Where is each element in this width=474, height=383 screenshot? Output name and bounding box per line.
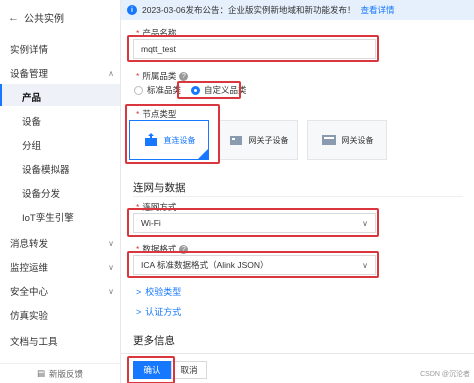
- notice-link[interactable]: 查看详情: [360, 4, 394, 16]
- network-data-section-title: 连网与数据: [133, 182, 186, 194]
- node-type-label: * 节点类型: [136, 109, 177, 119]
- node-type-direct-device[interactable]: 直连设备: [129, 120, 209, 160]
- gateway-subdevice-icon: [229, 136, 242, 145]
- feedback-label: 新版反馈: [49, 368, 84, 379]
- sidebar-item-group[interactable]: 分组: [22, 138, 114, 152]
- chevron-up-icon: ∧: [108, 68, 114, 78]
- node-type-gateway-device[interactable]: 网关设备: [307, 120, 387, 160]
- radio-standard-category[interactable]: 标准品类: [134, 84, 181, 96]
- sidebar-item-iot-twin[interactable]: IoT孪生引擎: [22, 210, 114, 224]
- gateway-device-icon: [321, 135, 336, 145]
- sidebar-item-monitoring[interactable]: 监控运维 ∨: [10, 260, 114, 275]
- sidebar-item-device-distribution[interactable]: 设备分发: [22, 186, 114, 200]
- network-method-select[interactable]: Wi-Fi ∨: [133, 213, 376, 233]
- data-format-select[interactable]: ICA 标准数据格式（Alink JSON） ∨: [133, 255, 376, 275]
- notice-text: 2023-03-06发布公告：企业版实例新地域和新功能发布！: [142, 5, 356, 15]
- direct-device-icon: [144, 133, 157, 146]
- help-icon[interactable]: ?: [179, 244, 189, 254]
- product-name-input[interactable]: mqtt_test: [133, 39, 376, 59]
- chevron-down-icon: ∨: [362, 260, 368, 270]
- notice-banner: i 2023-03-06发布公告：企业版实例新地域和新功能发布！ 查看详情: [121, 0, 474, 20]
- back-label: 公共实例: [24, 14, 64, 25]
- product-name-label: * 产品名称: [136, 28, 177, 38]
- section-divider: [133, 196, 463, 197]
- network-method-label: * 连网方式: [136, 202, 177, 212]
- chevron-right-icon: >: [136, 306, 142, 317]
- form-footer: 确认 取消 CSDN @沉沦者: [121, 353, 474, 383]
- sidebar-item-instance-details[interactable]: 实例详情: [10, 42, 114, 56]
- sidebar-item-device-simulator[interactable]: 设备模拟器: [22, 162, 114, 176]
- sidebar-item-device-management[interactable]: 设备管理 ∧: [10, 66, 114, 81]
- sidebar-item-device[interactable]: 设备: [22, 114, 114, 128]
- feedback-icon: ▤: [36, 368, 45, 378]
- chevron-down-icon: ∨: [108, 262, 114, 272]
- back-to-instance[interactable]: ← 公共实例: [8, 10, 64, 26]
- sidebar-item-docs-tools[interactable]: 文档与工具: [10, 334, 114, 348]
- sidebar: ← 公共实例 实例详情 设备管理 ∧ 产品 设备 分组 设备模拟器 设备分发 Io…: [0, 0, 121, 383]
- info-icon: i: [127, 5, 137, 15]
- back-arrow-icon: ←: [8, 11, 19, 24]
- sidebar-item-security-center[interactable]: 安全中心 ∨: [10, 284, 114, 299]
- main-panel: i 2023-03-06发布公告：企业版实例新地域和新功能发布！ 查看详情 * 产…: [121, 0, 474, 383]
- help-icon[interactable]: ?: [179, 71, 189, 81]
- confirm-button[interactable]: 确认: [133, 361, 171, 379]
- auth-method-toggle[interactable]: > 认证方式: [136, 305, 181, 318]
- cancel-button[interactable]: 取消: [171, 361, 207, 379]
- data-format-label: * 数据格式 ?: [136, 243, 189, 255]
- chevron-down-icon: ∨: [108, 238, 114, 248]
- node-type-cards: 直连设备 网关子设备 网关设备: [129, 120, 387, 160]
- category-label: * 所属品类 ?: [136, 70, 189, 82]
- feedback-button[interactable]: ▤ 新版反馈: [0, 363, 120, 383]
- verify-type-toggle[interactable]: > 校验类型: [136, 285, 181, 298]
- watermark: CSDN @沉沦者: [420, 371, 470, 378]
- chevron-down-icon: ∨: [108, 286, 114, 296]
- node-type-gateway-subdevice[interactable]: 网关子设备: [218, 120, 298, 160]
- sidebar-item-message-forwarding[interactable]: 消息转发 ∨: [10, 236, 114, 251]
- chevron-right-icon: >: [136, 286, 142, 297]
- sidebar-item-simulation-lab[interactable]: 仿真实验: [10, 308, 114, 322]
- radio-custom-category[interactable]: 自定义品类: [191, 84, 247, 96]
- chevron-down-icon: ∨: [362, 218, 368, 228]
- more-info-section-title: 更多信息: [133, 335, 175, 347]
- sidebar-item-product[interactable]: 产品: [22, 90, 114, 104]
- category-radio-group: 标准品类 自定义品类: [134, 84, 247, 96]
